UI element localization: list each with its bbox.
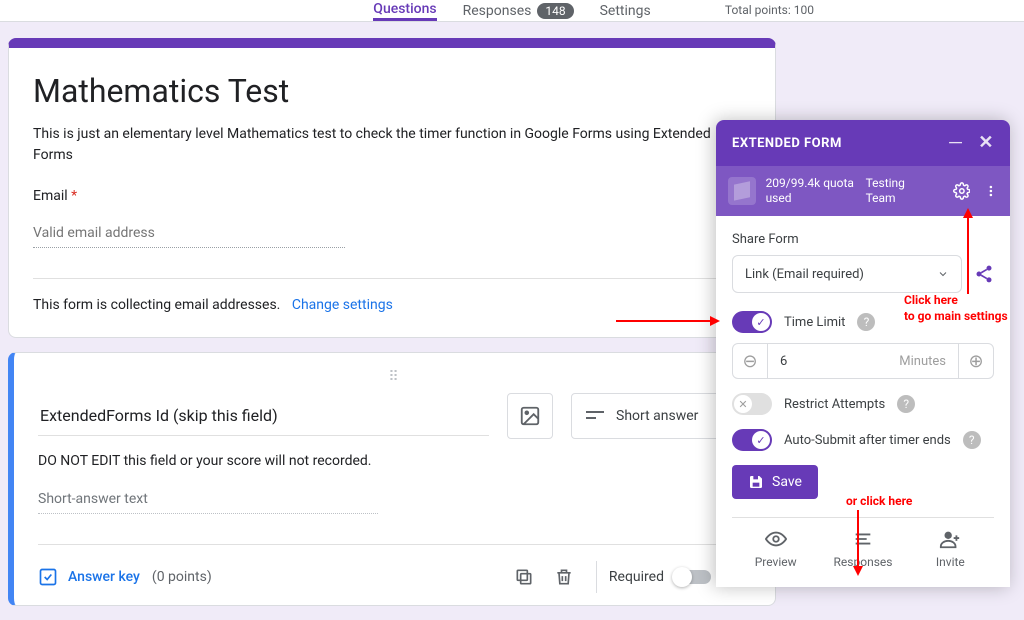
panel-body: Share Form Link (Email required) ✓ Time … <box>716 216 1010 587</box>
restrict-attempts-toggle[interactable]: ✕ <box>732 393 772 415</box>
delete-button[interactable] <box>546 559 582 595</box>
responses-count-badge: 148 <box>537 3 573 19</box>
form-header-card: Mathematics Test This is just an element… <box>8 38 776 338</box>
form-column: Mathematics Test This is just an element… <box>8 38 776 620</box>
required-label: Required <box>609 569 664 585</box>
gear-icon[interactable] <box>953 182 971 200</box>
change-settings-link[interactable]: Change settings <box>292 297 393 313</box>
image-icon <box>519 405 541 427</box>
help-icon[interactable]: ? <box>897 395 915 413</box>
team-label: Testing Team <box>866 176 937 206</box>
panel-title: EXTENDED FORM <box>732 136 842 151</box>
chevron-down-icon <box>937 268 949 280</box>
required-asterisk: * <box>71 188 77 204</box>
divider <box>33 278 751 279</box>
footer-preview[interactable]: Preview <box>732 518 819 579</box>
footer-invite[interactable]: Invite <box>907 518 994 579</box>
form-tabs: Questions Responses 148 Settings <box>0 0 1024 22</box>
time-limit-toggle[interactable]: ✓ <box>732 311 772 333</box>
auto-submit-toggle[interactable]: ✓ <box>732 429 772 451</box>
person-add-icon <box>939 528 961 550</box>
save-icon <box>748 474 764 490</box>
time-value-input[interactable]: 6 Minutes <box>768 343 958 379</box>
tab-questions[interactable]: Questions <box>373 0 436 21</box>
addon-logo-icon <box>728 177 756 205</box>
email-input[interactable] <box>33 225 345 248</box>
duplicate-button[interactable] <box>506 559 542 595</box>
drag-handle-icon[interactable]: ⠿ <box>38 369 751 385</box>
total-points-label: Total points: 100 <box>725 3 814 17</box>
required-toggle[interactable] <box>674 570 711 584</box>
question-title-input[interactable]: ExtendedForms Id (skip this field) <box>38 396 489 436</box>
restrict-attempts-label: Restrict Attempts <box>784 397 885 412</box>
decrement-button[interactable]: ⊖ <box>732 343 768 379</box>
collecting-notice: This form is collecting email addresses.… <box>33 297 751 313</box>
divider <box>596 561 597 593</box>
minimize-icon[interactable]: ─ <box>949 134 962 152</box>
question-warning: DO NOT EDIT this field or your score wil… <box>38 453 751 469</box>
panel-status-bar: 209/99.4k quota used Testing Team <box>716 166 1010 216</box>
auto-submit-label: Auto-Submit after timer ends <box>784 433 951 448</box>
help-icon[interactable]: ? <box>857 313 875 331</box>
footer-responses[interactable]: Responses <box>819 518 906 579</box>
answer-key-button[interactable]: Answer key <box>38 567 140 587</box>
increment-button[interactable]: ⊕ <box>958 343 994 379</box>
list-icon <box>852 528 874 550</box>
more-vert-icon[interactable] <box>984 182 998 200</box>
trash-icon <box>554 567 574 587</box>
question-header-row: ExtendedForms Id (skip this field) Short… <box>38 393 751 439</box>
short-answer-placeholder: Short-answer text <box>38 491 378 514</box>
panel-header: EXTENDED FORM ─ ✕ <box>716 120 1010 166</box>
close-icon[interactable]: ✕ <box>978 134 994 152</box>
share-mode-select[interactable]: Link (Email required) <box>732 255 962 293</box>
form-title[interactable]: Mathematics Test <box>33 72 751 110</box>
add-image-button[interactable] <box>507 393 553 439</box>
extended-forms-panel: EXTENDED FORM ─ ✕ 209/99.4k quota used T… <box>716 120 1010 587</box>
help-icon[interactable]: ? <box>963 431 981 449</box>
time-value-stepper: ⊖ 6 Minutes ⊕ <box>732 343 994 379</box>
save-button[interactable]: Save <box>732 465 818 499</box>
email-label: Email * <box>33 188 751 204</box>
copy-icon <box>514 567 534 587</box>
tab-settings[interactable]: Settings <box>600 0 651 21</box>
short-answer-icon <box>586 409 604 423</box>
tab-responses[interactable]: Responses 148 <box>463 0 574 21</box>
share-form-label: Share Form <box>732 232 994 247</box>
form-description[interactable]: This is just an elementary level Mathema… <box>33 124 751 166</box>
time-limit-label: Time Limit <box>784 315 845 330</box>
question-card[interactable]: ⠿ ExtendedForms Id (skip this field) Sho… <box>8 352 776 606</box>
panel-footer: Preview Responses Invite <box>732 517 994 579</box>
check-square-icon <box>38 567 58 587</box>
quota-label: 209/99.4k quota used <box>766 176 856 206</box>
eye-icon <box>765 528 787 550</box>
tab-responses-label: Responses <box>463 3 532 19</box>
points-label: (0 points) <box>152 569 212 585</box>
question-footer: Answer key (0 points) Required <box>38 544 751 595</box>
share-icon[interactable] <box>974 264 994 284</box>
